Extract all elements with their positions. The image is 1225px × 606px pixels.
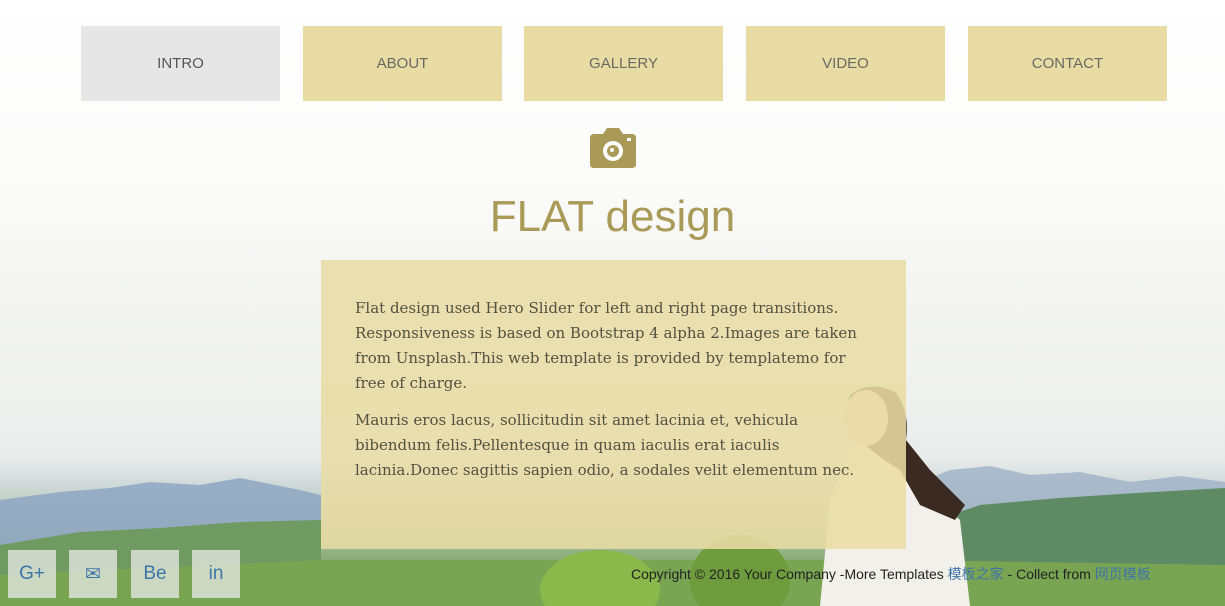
google-plus-icon[interactable]: G+ [8, 550, 56, 598]
linkedin-icon[interactable]: in [192, 550, 240, 598]
behance-icon[interactable]: Be [131, 550, 179, 598]
page-title: FLAT design [489, 192, 736, 241]
footer-text-1: Copyright © 2016 Your Company -More Temp… [631, 566, 948, 582]
camera-icon [590, 128, 636, 168]
footer-link-templates[interactable]: 模板之家 [948, 566, 1004, 582]
main-nav: INTRO ABOUT GALLERY VIDEO CONTACT [81, 26, 1167, 101]
nav-item-contact[interactable]: CONTACT [968, 26, 1167, 101]
intro-paragraph-2: Mauris eros lacus, sollicitudin sit amet… [355, 411, 855, 479]
intro-content-panel: Flat design used Hero Slider for left an… [321, 260, 906, 549]
nav-item-gallery[interactable]: GALLERY [524, 26, 723, 101]
footer-copyright: Copyright © 2016 Your Company -More Temp… [631, 564, 1151, 584]
intro-paragraph-1: Flat design used Hero Slider for left an… [355, 299, 857, 392]
footer-text-2: - Collect from [1003, 566, 1095, 582]
nav-item-video[interactable]: VIDEO [746, 26, 945, 101]
footer-link-collect[interactable]: 网页模板 [1095, 566, 1151, 582]
nav-item-about[interactable]: ABOUT [303, 26, 502, 101]
email-icon[interactable]: ✉ [69, 550, 117, 598]
nav-item-intro[interactable]: INTRO [81, 26, 280, 101]
